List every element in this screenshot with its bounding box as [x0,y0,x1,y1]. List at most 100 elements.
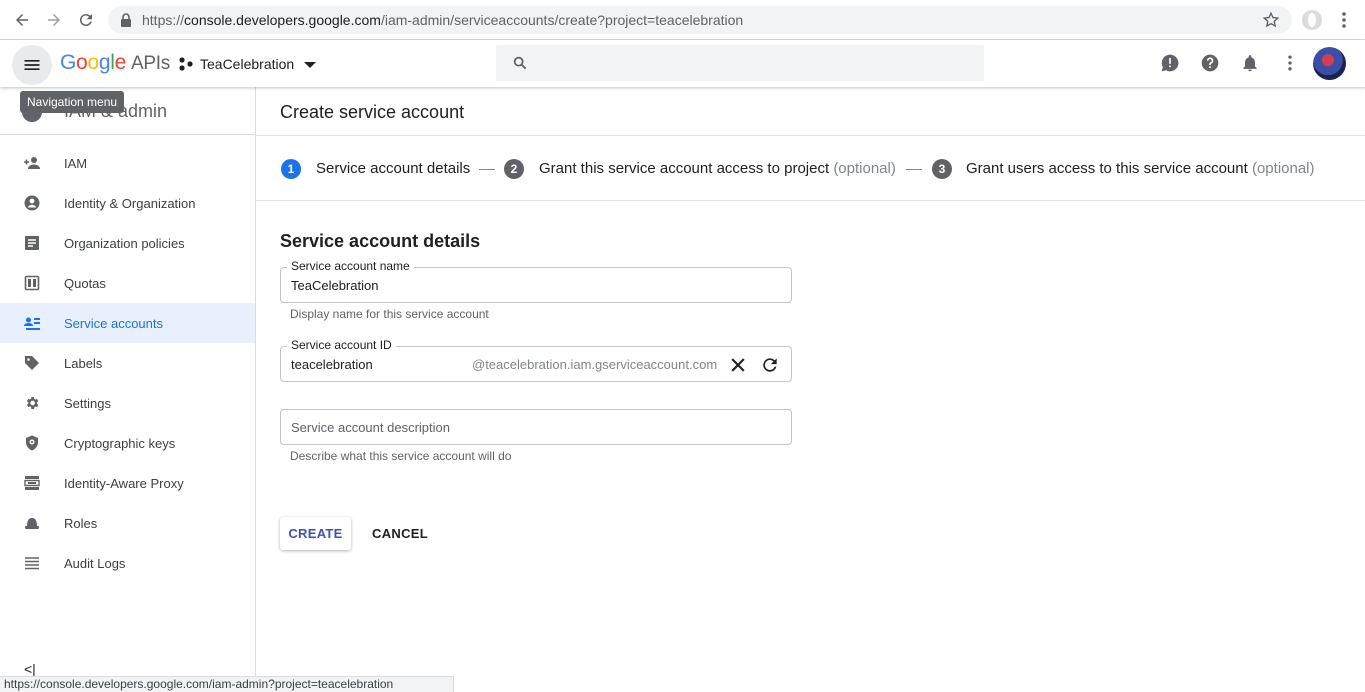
step-1-text: Service account details [316,160,471,177]
sidebar-item-label: Cryptographic keys [64,435,176,451]
step-2-optional: (optional) [833,160,896,177]
refresh-icon[interactable] [760,355,780,375]
browser-profile-icon[interactable] [1302,10,1322,30]
avatar[interactable] [1313,47,1346,80]
sidebar-item-iam[interactable]: IAM [0,143,255,183]
cancel-button[interactable]: CANCEL [366,517,434,550]
shield-key-icon [26,435,38,451]
sidebar-item-label: Audit Logs [64,555,126,571]
logo-suffix: APIs [130,53,170,74]
step-3-text: Grant users access to this service accou… [966,160,1248,177]
step-1-label[interactable]: Service account details [316,160,470,177]
section-title: Service account details [280,231,481,251]
policy-doc-icon [25,236,39,250]
logo-letter: e [114,51,127,74]
browser-menu-icon[interactable] [1336,10,1352,30]
service-account-description-hint: Describe what this service account will … [290,449,512,463]
logo-letter: o [87,51,99,74]
app-header: Google APIs TeaCelebration [0,40,1365,87]
service-account-id-label: Service account ID [287,338,396,352]
address-url: https://console.developers.google.com/ia… [142,12,743,28]
step-1-number: 1 [281,159,301,179]
url-host: console.developers.google.com [184,12,381,28]
sidebar-item-organization-policies[interactable]: Organization policies [0,223,255,263]
service-account-id-value: teacelebration [291,357,373,372]
service-account-name-label: Service account name [287,259,414,273]
step-3-optional: (optional) [1251,160,1315,177]
sidebar-item-roles[interactable]: Roles [0,503,255,543]
sidebar: IAM & admin IAM Identity & Organization … [0,87,256,692]
service-account-icon [24,317,40,330]
list-lines-icon [25,557,39,570]
stepper: 1 Service account details 2 Grant this s… [256,136,1365,201]
step-3-number: 3 [932,159,952,179]
sidebar-item-cryptographic-keys[interactable]: Cryptographic keys [0,423,255,463]
project-name: TeaCelebration [200,56,295,72]
step-2-number: 2 [504,159,524,179]
service-account-id-field[interactable]: Service account ID teacelebration @teace… [280,338,792,382]
url-scheme: https:// [142,12,185,28]
project-dots-icon [179,57,193,71]
sidebar-item-label: Settings [64,395,111,411]
step-separator [479,169,495,170]
service-account-id-suffix: @teacelebration.iam.gserviceaccount.com [472,357,718,372]
page-title-bar: Create service account [256,87,1365,136]
reload-icon[interactable] [74,8,98,32]
navigation-menu-button[interactable] [12,45,52,85]
sidebar-item-label: Service accounts [64,315,163,331]
back-arrow-icon[interactable] [10,8,34,32]
sidebar-item-label: IAM [64,155,88,171]
logo-letter: o [76,51,88,74]
step-2-text: Grant this service account access to pro… [539,160,830,177]
create-button[interactable]: CREATE [280,517,351,550]
step-3-label[interactable]: Grant users access to this service accou… [966,160,1315,177]
sidebar-item-label: Identity-Aware Proxy [64,475,184,491]
sidebar-item-service-accounts[interactable]: Service accounts [0,303,255,343]
sidebar-item-settings[interactable]: Settings [0,383,255,423]
forward-arrow-icon[interactable] [42,8,66,32]
step-2-label[interactable]: Grant this service account access to pro… [539,160,896,177]
navigation-menu-tooltip: Navigation menu [20,91,125,113]
google-apis-logo[interactable]: Google APIs [60,51,170,75]
roles-hat-icon [25,518,39,529]
sidebar-item-label: Organization policies [64,235,185,251]
chevron-down-icon [304,62,317,68]
more-vert-icon[interactable] [1280,53,1300,73]
logo-letter: g [98,51,111,74]
address-bar[interactable]: https://console.developers.google.com/ia… [108,6,1292,34]
page-title: Create service account [280,102,465,122]
sidebar-item-label: Quotas [64,275,106,291]
service-account-name-value: TeaCelebration [291,278,379,293]
sidebar-item-label: Roles [64,515,98,531]
quota-icon [24,275,40,291]
url-path: /iam-admin/serviceaccounts/create?projec… [380,12,744,28]
search-icon [513,56,527,70]
person-add-icon [24,157,40,169]
service-account-description-field[interactable]: Service account description [280,409,792,445]
browser-status-url: https://console.developers.google.com/ia… [0,676,454,692]
proxy-icon [24,476,40,490]
service-account-name-hint: Display name for this service account [290,307,489,321]
sidebar-item-identity-aware-proxy[interactable]: Identity-Aware Proxy [0,463,255,503]
bookmark-star-icon[interactable] [1262,11,1280,29]
browser-toolbar: https://console.developers.google.com/ia… [0,0,1365,40]
account-circle-icon [24,195,40,211]
help-icon[interactable] [1200,53,1220,73]
label-tag-icon [25,356,39,370]
search-input[interactable] [496,45,984,81]
notifications-bell-icon[interactable] [1240,53,1260,73]
sidebar-item-audit-logs[interactable]: Audit Logs [0,543,255,583]
clear-close-icon[interactable] [728,355,748,375]
project-selector[interactable]: TeaCelebration [178,53,317,75]
sidebar-item-label: Identity & Organization [64,195,196,211]
sidebar-item-label: Labels [64,355,103,371]
gear-icon [26,397,39,409]
feedback-icon[interactable] [1160,53,1180,73]
sidebar-item-quotas[interactable]: Quotas [0,263,255,303]
service-account-name-field[interactable]: Service account name TeaCelebration [280,259,792,303]
lock-icon [121,13,131,27]
collapse-sidebar-button[interactable]: <| [24,661,36,677]
hamburger-icon [24,60,40,70]
sidebar-item-labels[interactable]: Labels [0,343,255,383]
sidebar-item-identity-organization[interactable]: Identity & Organization [0,183,255,223]
